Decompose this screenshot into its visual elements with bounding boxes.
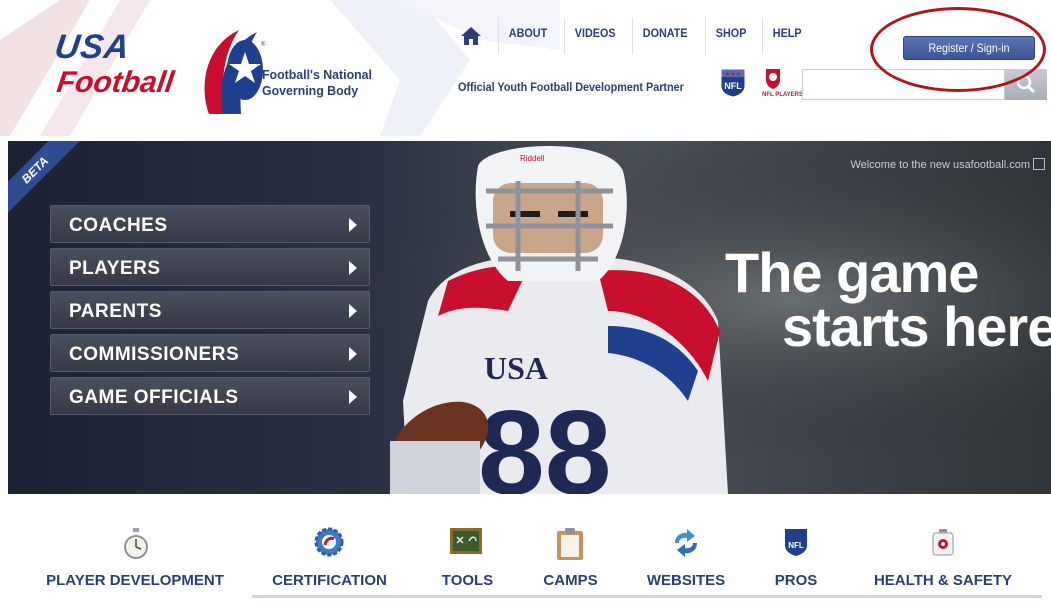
nav-shop[interactable]: SHOP xyxy=(704,18,756,54)
search-button[interactable] xyxy=(1005,69,1047,100)
tab-label: TOOLS xyxy=(441,572,494,589)
tab-health-safety[interactable]: HEALTH & SAFETY xyxy=(858,500,1028,609)
nfl-shield-icon[interactable]: NFL ★★★ xyxy=(720,66,746,98)
stopwatch-icon xyxy=(124,528,148,559)
hero-banner: 88 USA Riddell BETA Welcome to the new u… xyxy=(8,141,1051,494)
svg-text:NFL: NFL xyxy=(724,81,742,91)
nav-donate[interactable]: DONATE xyxy=(632,18,698,54)
svg-text:NFL: NFL xyxy=(788,541,804,550)
menu-item-label: COACHES xyxy=(69,215,168,236)
tab-label: PROS xyxy=(774,572,818,589)
svg-text:USA: USA xyxy=(484,350,548,386)
gear-badge-icon xyxy=(314,527,344,557)
nav-videos[interactable]: VIDEOS xyxy=(563,18,626,54)
svg-text:88: 88 xyxy=(478,386,611,494)
nav-home-link[interactable] xyxy=(458,18,498,54)
arrow-right-icon xyxy=(349,218,357,232)
tab-label: WEBSITES xyxy=(646,572,726,589)
register-signin-label: Register / Sign-in xyxy=(928,41,1010,55)
external-link-icon[interactable] xyxy=(1033,158,1045,170)
tab-label: CAMPS xyxy=(543,572,598,589)
tab-label: CERTIFICATION xyxy=(272,572,387,589)
menu-item-label: COMMISSIONERS xyxy=(69,344,240,365)
svg-text:®: ® xyxy=(261,41,266,48)
tab-label: HEALTH & SAFETY xyxy=(873,572,1013,589)
usa-football-logo[interactable]: USA Football ® xyxy=(52,28,270,128)
menu-item-label: GAME OFFICIALS xyxy=(69,387,239,408)
search-icon xyxy=(1016,74,1036,94)
tab-websites[interactable]: WEBSITES xyxy=(636,500,736,609)
menu-item-parents[interactable]: PARENTS xyxy=(50,291,370,329)
menu-item-game-officials[interactable]: GAME OFFICIALS xyxy=(50,377,370,415)
search-input[interactable] xyxy=(802,69,1005,100)
arrow-right-icon xyxy=(349,261,357,275)
tab-player-development[interactable]: PLAYER DEVELOPMENT xyxy=(30,500,240,609)
arrow-right-icon xyxy=(349,390,357,404)
menu-item-label: PARENTS xyxy=(69,301,162,322)
tab-pros[interactable]: NFL PROS xyxy=(766,500,826,609)
chalkboard-icon xyxy=(450,528,482,554)
arrow-right-icon xyxy=(349,347,357,361)
category-tabs: PLAYER DEVELOPMENT CERTIFICATION TOOLS C… xyxy=(0,500,1051,609)
partner-text: Official Youth Football Development Part… xyxy=(458,80,684,94)
tagline: Football's National Governing Body xyxy=(262,67,395,99)
nav-help[interactable]: HELP xyxy=(761,18,812,54)
menu-item-coaches[interactable]: COACHES xyxy=(50,205,370,243)
nfl-players-logo-icon[interactable] xyxy=(764,68,782,90)
tagline-line-2: Governing Body xyxy=(262,83,359,98)
menu-item-players[interactable]: PLAYERS xyxy=(50,248,370,286)
top-navigation: ABOUT VIDEOS DONATE SHOP HELP xyxy=(458,18,817,58)
register-signin-button[interactable]: Register / Sign-in xyxy=(903,36,1035,60)
slogan-line-1: The game xyxy=(725,241,979,304)
logo-star-swoosh-icon: ® xyxy=(204,30,266,114)
slogan-line-2: starts here. xyxy=(782,295,1051,358)
nav-about[interactable]: ABOUT xyxy=(498,18,557,54)
welcome-text[interactable]: Welcome to the new usafootball.com xyxy=(850,159,1030,171)
logo-usa-text: USA xyxy=(52,28,133,66)
tab-certification[interactable]: CERTIFICATION xyxy=(262,500,397,609)
tab-camps[interactable]: CAMPS xyxy=(528,500,613,609)
clipboard-icon xyxy=(557,528,583,560)
nfl-players-label: NFL PLAYERS xyxy=(762,92,804,98)
first-aid-icon xyxy=(932,529,954,556)
svg-text:★★★: ★★★ xyxy=(725,71,741,78)
tab-label: PLAYER DEVELOPMENT xyxy=(46,572,224,589)
home-icon xyxy=(461,27,481,45)
arrow-right-icon xyxy=(349,304,357,318)
menu-item-commissioners[interactable]: COMMISSIONERS xyxy=(50,334,370,372)
menu-item-label: PLAYERS xyxy=(69,258,161,279)
refresh-icon xyxy=(675,529,697,557)
logo-football-text: Football xyxy=(54,66,177,99)
svg-text:Riddell: Riddell xyxy=(520,154,545,163)
audience-menu: COACHES PLAYERS PARENTS COMMISSIONERS GA… xyxy=(50,205,370,420)
site-header: USA Football ® Football's National Gover… xyxy=(0,0,1051,136)
nfl-shield-icon: NFL xyxy=(785,529,807,556)
tab-tools[interactable]: TOOLS xyxy=(425,500,510,609)
tagline-line-1: Football's National xyxy=(262,67,372,82)
